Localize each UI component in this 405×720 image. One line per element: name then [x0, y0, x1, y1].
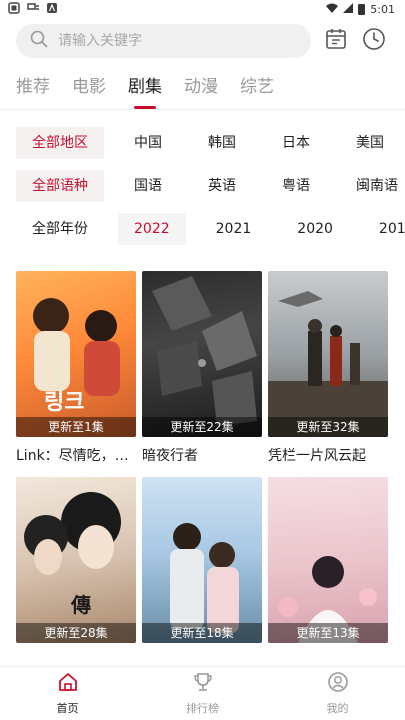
filter-year-all[interactable]: 全部年份 [16, 213, 104, 245]
battery-icon [358, 3, 366, 15]
series-grid: 링크 更新至1集 Link：尽情吃，尽情爱 更新至22集 暗夜行者 [0, 255, 405, 671]
nav-home-label: 首页 [56, 702, 79, 715]
episode-badge: 更新至18集 [142, 623, 262, 643]
calendar-button[interactable] [323, 28, 349, 54]
status-bar: 5:01 [0, 0, 405, 18]
wifi-icon [326, 3, 339, 16]
nav-ranking[interactable]: 排行榜 [135, 667, 270, 720]
tab-movies[interactable]: 电影 [72, 72, 106, 101]
series-title[interactable]: 凭栏一片风云起 [268, 445, 388, 465]
app-notification-icon [26, 2, 40, 17]
poster-image[interactable]: 更新至22集 [142, 271, 262, 437]
tab-variety[interactable]: 综艺 [240, 72, 274, 101]
calendar-icon [324, 27, 348, 55]
series-card[interactable]: 更新至18集 [142, 477, 262, 671]
episode-badge: 更新至28集 [16, 623, 136, 643]
filter-region-korea[interactable]: 韩国 [192, 127, 252, 159]
filter-year-2020[interactable]: 2020 [281, 213, 349, 245]
filter-region-all[interactable]: 全部地区 [16, 127, 104, 159]
filter-language-all[interactable]: 全部语种 [16, 170, 104, 202]
tab-series[interactable]: 剧集 [128, 72, 162, 101]
notification-icon [8, 1, 20, 17]
search-bar[interactable] [16, 24, 311, 58]
region-filter-row: 全部地区 中国 韩国 日本 美国 泰 [0, 126, 405, 160]
status-left-icons [8, 1, 58, 17]
user-icon [327, 671, 349, 696]
series-title[interactable]: Link：尽情吃，尽情爱 [16, 445, 136, 465]
series-card[interactable]: 更新至32集 凭栏一片风云起 [268, 271, 388, 465]
poster-image[interactable]: 更新至18集 [142, 477, 262, 643]
tab-recommend[interactable]: 推荐 [16, 72, 50, 101]
poster-image[interactable]: 更新至13集 [268, 477, 388, 643]
clock-icon [362, 27, 386, 55]
year-filter-row: 全部年份 2022 2021 2020 2019 [0, 212, 405, 246]
filter-language-minnan[interactable]: 闽南语 [340, 170, 405, 202]
filter-region-usa[interactable]: 美国 [340, 127, 400, 159]
svg-text:링크: 링크 [44, 390, 84, 415]
language-filter-row: 全部语种 国语 英语 粤语 闽南语 [0, 169, 405, 203]
tab-anime[interactable]: 动漫 [184, 72, 218, 101]
series-card[interactable]: 更新至22集 暗夜行者 [142, 271, 262, 465]
filter-panel: 全部地区 中国 韩国 日本 美国 泰 全部语种 国语 英语 粤语 闽南语 全部年… [0, 110, 405, 246]
poster-image[interactable]: 更新至32集 [268, 271, 388, 437]
filter-year-2021[interactable]: 2021 [200, 213, 268, 245]
poster-image[interactable]: 傳 更新至28集 [16, 477, 136, 643]
status-time: 5:01 [370, 2, 395, 16]
nav-mine-label: 我的 [326, 702, 349, 715]
nav-mine[interactable]: 我的 [270, 667, 405, 720]
history-button[interactable] [361, 28, 387, 54]
bottom-navigation: 首页 排行榜 我的 [0, 666, 405, 720]
a-icon [46, 2, 58, 17]
series-card[interactable]: 링크 更新至1集 Link：尽情吃，尽情爱 [16, 271, 136, 465]
series-title[interactable]: 暗夜行者 [142, 445, 262, 465]
nav-ranking-label: 排行榜 [186, 702, 219, 715]
poster-image[interactable]: 링크 更新至1集 [16, 271, 136, 437]
filter-language-mandarin[interactable]: 国语 [118, 170, 178, 202]
filter-year-2022[interactable]: 2022 [118, 213, 186, 245]
svg-text:傳: 傳 [70, 593, 91, 617]
episode-badge: 更新至1集 [16, 417, 136, 437]
filter-language-english[interactable]: 英语 [192, 170, 252, 202]
filter-year-2019[interactable]: 2019 [363, 213, 405, 245]
nav-home[interactable]: 首页 [0, 667, 135, 720]
episode-badge: 更新至32集 [268, 417, 388, 437]
filter-region-japan[interactable]: 日本 [266, 127, 326, 159]
search-row [0, 18, 405, 64]
search-icon [30, 30, 48, 52]
trophy-icon [192, 671, 214, 696]
filter-region-china[interactable]: 中国 [118, 127, 178, 159]
category-tabs: 推荐 电影 剧集 动漫 综艺 [0, 64, 405, 110]
home-icon [57, 671, 79, 696]
episode-badge: 更新至13集 [268, 623, 388, 643]
status-right: 5:01 [326, 2, 395, 16]
series-card[interactable]: 傳 更新至28集 [16, 477, 136, 671]
filter-language-cantonese[interactable]: 粤语 [266, 170, 326, 202]
signal-icon [343, 2, 354, 16]
search-input[interactable] [58, 33, 268, 49]
series-card[interactable]: 更新至13集 [268, 477, 388, 671]
episode-badge: 更新至22集 [142, 417, 262, 437]
